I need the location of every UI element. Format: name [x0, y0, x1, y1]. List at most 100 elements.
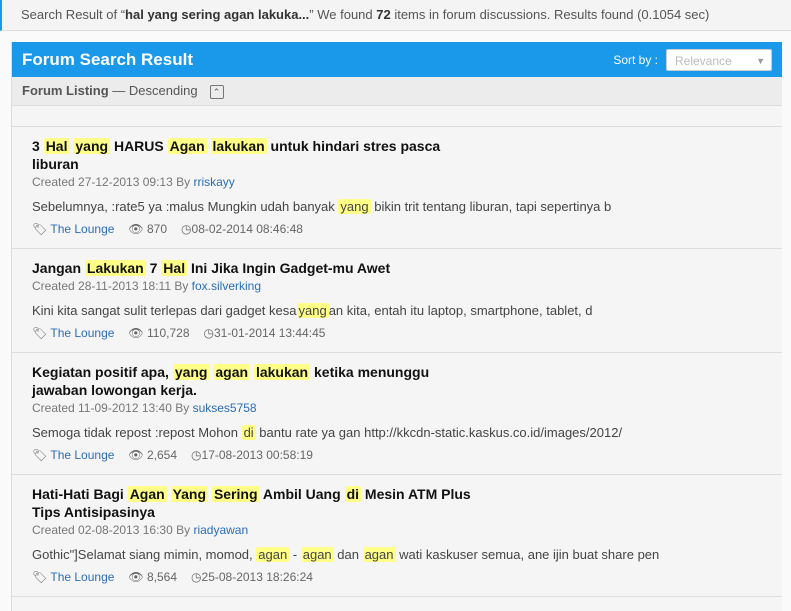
text: [207, 138, 211, 154]
author-link[interactable]: riadyawan: [193, 523, 248, 537]
text: -: [289, 547, 301, 562]
created-text: Created 28-11-2013 18:11 By: [32, 279, 192, 293]
forum-link[interactable]: The Lounge: [50, 448, 114, 462]
chevron-down-icon: ▼: [756, 55, 765, 66]
thread-title-link[interactable]: Kegiatan positif apa, yang agan lakukan …: [32, 363, 472, 399]
author-link[interactable]: rriskayy: [193, 175, 234, 189]
tag-icon: 🏷︎: [32, 326, 48, 340]
list-item: Hati-Hati Bagi Agan Yang Sering Ambil Ua…: [12, 475, 782, 597]
tag-icon: 🏷︎: [32, 570, 48, 584]
text: Kegiatan positif apa,: [32, 364, 173, 380]
thread-snippet: Semoga tidak repost :repost Mohon di ban…: [32, 425, 762, 440]
highlight: Hal: [161, 260, 188, 276]
view-count: 8,564: [147, 570, 178, 584]
forum-link[interactable]: The Lounge: [50, 222, 114, 236]
thread-meta: Created 11-09-2012 13:40 By sukses5758: [32, 401, 762, 415]
last-post-time: 17-08-2013 00:58:19: [201, 448, 313, 462]
panel-header: Forum Search Result Sort by : Relevance ▼: [12, 42, 782, 77]
forum-link[interactable]: The Lounge: [50, 326, 114, 340]
highlight: Agan: [127, 486, 167, 502]
text: Ini Jika Ingin Gadget-mu Awet: [187, 260, 391, 276]
thread-title-link[interactable]: Hati-Hati Bagi Agan Yang Sering Ambil Ua…: [32, 485, 472, 521]
thread-snippet: Sebelumnya, :rate5 ya :malus Mungkin uda…: [32, 199, 762, 214]
text: HARUS: [110, 138, 168, 154]
highlight: Hal: [43, 138, 70, 154]
highlight: yang: [73, 138, 111, 154]
clock-icon: ◷: [203, 326, 214, 340]
created-text: Created 11-09-2012 13:40 By: [32, 401, 193, 415]
highlight: agan: [256, 547, 290, 562]
highlight: lakukan: [253, 364, 311, 380]
thread-title-link[interactable]: Jangan Lakukan 7 Hal Ini Jika Ingin Gadg…: [32, 259, 472, 277]
highlight: yang: [172, 364, 210, 380]
text: Kini kita sangat sulit terlepas dari gad…: [32, 303, 297, 318]
sort-select[interactable]: Relevance ▼: [666, 48, 772, 71]
thread-title-link[interactable]: 3 Hal yang HARUS Agan lakukan untuk hind…: [32, 137, 472, 173]
created-text: Created 02-08-2013 16:30 By: [32, 523, 194, 537]
text: 7: [145, 260, 162, 276]
thread-meta: Created 27-12-2013 09:13 By rriskayy: [32, 175, 762, 189]
highlight: agan: [213, 364, 251, 380]
highlight: Lakukan: [84, 260, 146, 276]
thread-footer: 🏷︎ The Lounge 👁︎ 870 ◷08-02-2014 08:46:48: [32, 222, 762, 236]
highlight: di: [241, 425, 256, 440]
highlight: Sering: [211, 486, 260, 502]
thread-footer: 🏷︎ The Lounge 👁︎ 2,654 ◷17-08-2013 00:58:1…: [32, 448, 762, 462]
thread-footer: 🏷︎ The Lounge 👁︎ 110,728 ◷31-01-2014 13:44…: [32, 326, 762, 340]
text: bikin trit tentang liburan, tapi seperti…: [370, 199, 612, 214]
thread-footer: 🏷︎ The Lounge 👁︎ 8,564 ◷25-08-2013 18:26:2…: [32, 570, 762, 584]
result-count: 72: [376, 7, 391, 22]
result-list: 3 Hal yang HARUS Agan lakukan untuk hind…: [12, 127, 782, 597]
author-link[interactable]: fox.silverking: [192, 279, 261, 293]
highlight: Yang: [170, 486, 209, 502]
highlight: yang: [296, 303, 329, 318]
thread-meta: Created 02-08-2013 16:30 By riadyawan: [32, 523, 762, 537]
thread-snippet: Gothic"]Selamat siang mimin, momod, agan…: [32, 547, 762, 562]
list-item: Jangan Lakukan 7 Hal Ini Jika Ingin Gadg…: [12, 249, 782, 353]
forum-search-panel: Forum Search Result Sort by : Relevance ▼…: [11, 42, 782, 611]
list-item: Kegiatan positif apa, yang agan lakukan …: [12, 353, 782, 475]
sort-value: Relevance: [675, 53, 732, 68]
forum-link[interactable]: The Lounge: [50, 570, 114, 584]
sort-toggle-button[interactable]: ⌃: [209, 84, 224, 99]
last-post-time: 25-08-2013 18:26:24: [201, 570, 313, 584]
text: bantu rate ya gan http://kkcdn-static.ka…: [255, 425, 623, 440]
text: dan: [333, 547, 363, 562]
clock-icon: ◷: [181, 222, 192, 236]
listing-bar: Forum Listing — Descending ⌃: [12, 77, 782, 106]
view-count: 870: [147, 222, 168, 236]
eye-icon: 👁︎: [128, 326, 144, 340]
author-link[interactable]: sukses5758: [193, 401, 257, 415]
listing-label: Forum Listing: [22, 83, 109, 98]
highlight: di: [344, 486, 362, 502]
highlight: lakukan: [210, 138, 267, 154]
thread-meta: Created 28-11-2013 18:11 By fox.silverki…: [32, 279, 762, 293]
view-count: 110,728: [147, 326, 190, 340]
summary-mid: ” We found: [309, 7, 377, 22]
search-summary: Search Result of “hal yang sering agan l…: [0, 0, 791, 31]
tag-icon: 🏷︎: [32, 222, 48, 236]
text: [167, 486, 171, 502]
highlight: Agan: [167, 138, 207, 154]
text: Hati-Hati Bagi: [32, 486, 128, 502]
highlight: agan: [362, 547, 396, 562]
last-post-time: 31-01-2014 13:44:45: [213, 326, 326, 340]
text: Sebelumnya, :rate5 ya :malus Mungkin uda…: [32, 199, 339, 214]
summary-prefix: Search Result of “: [21, 7, 126, 22]
summary-suffix: items in forum discussions. Results foun…: [390, 7, 710, 22]
text: Gothic"]Selamat siang mimin, momod,: [32, 547, 257, 562]
sort-label: Sort by :: [613, 52, 658, 67]
last-post-time: 08-02-2014 08:46:48: [191, 222, 303, 236]
highlight: agan: [300, 547, 334, 562]
eye-icon: 👁︎: [128, 448, 144, 462]
thread-snippet: Kini kita sangat sulit terlepas dari gad…: [32, 303, 762, 318]
view-count: 2,654: [147, 448, 178, 462]
panel-title: Forum Search Result: [22, 49, 193, 69]
search-query: hal yang sering agan lakuka...: [125, 7, 310, 22]
eye-icon: 👁︎: [128, 570, 144, 584]
text: Ambil Uang: [259, 486, 345, 502]
text: Jangan: [32, 260, 85, 276]
clock-icon: ◷: [191, 570, 202, 584]
tag-icon: 🏷︎: [32, 448, 48, 462]
spacer: [12, 106, 782, 127]
